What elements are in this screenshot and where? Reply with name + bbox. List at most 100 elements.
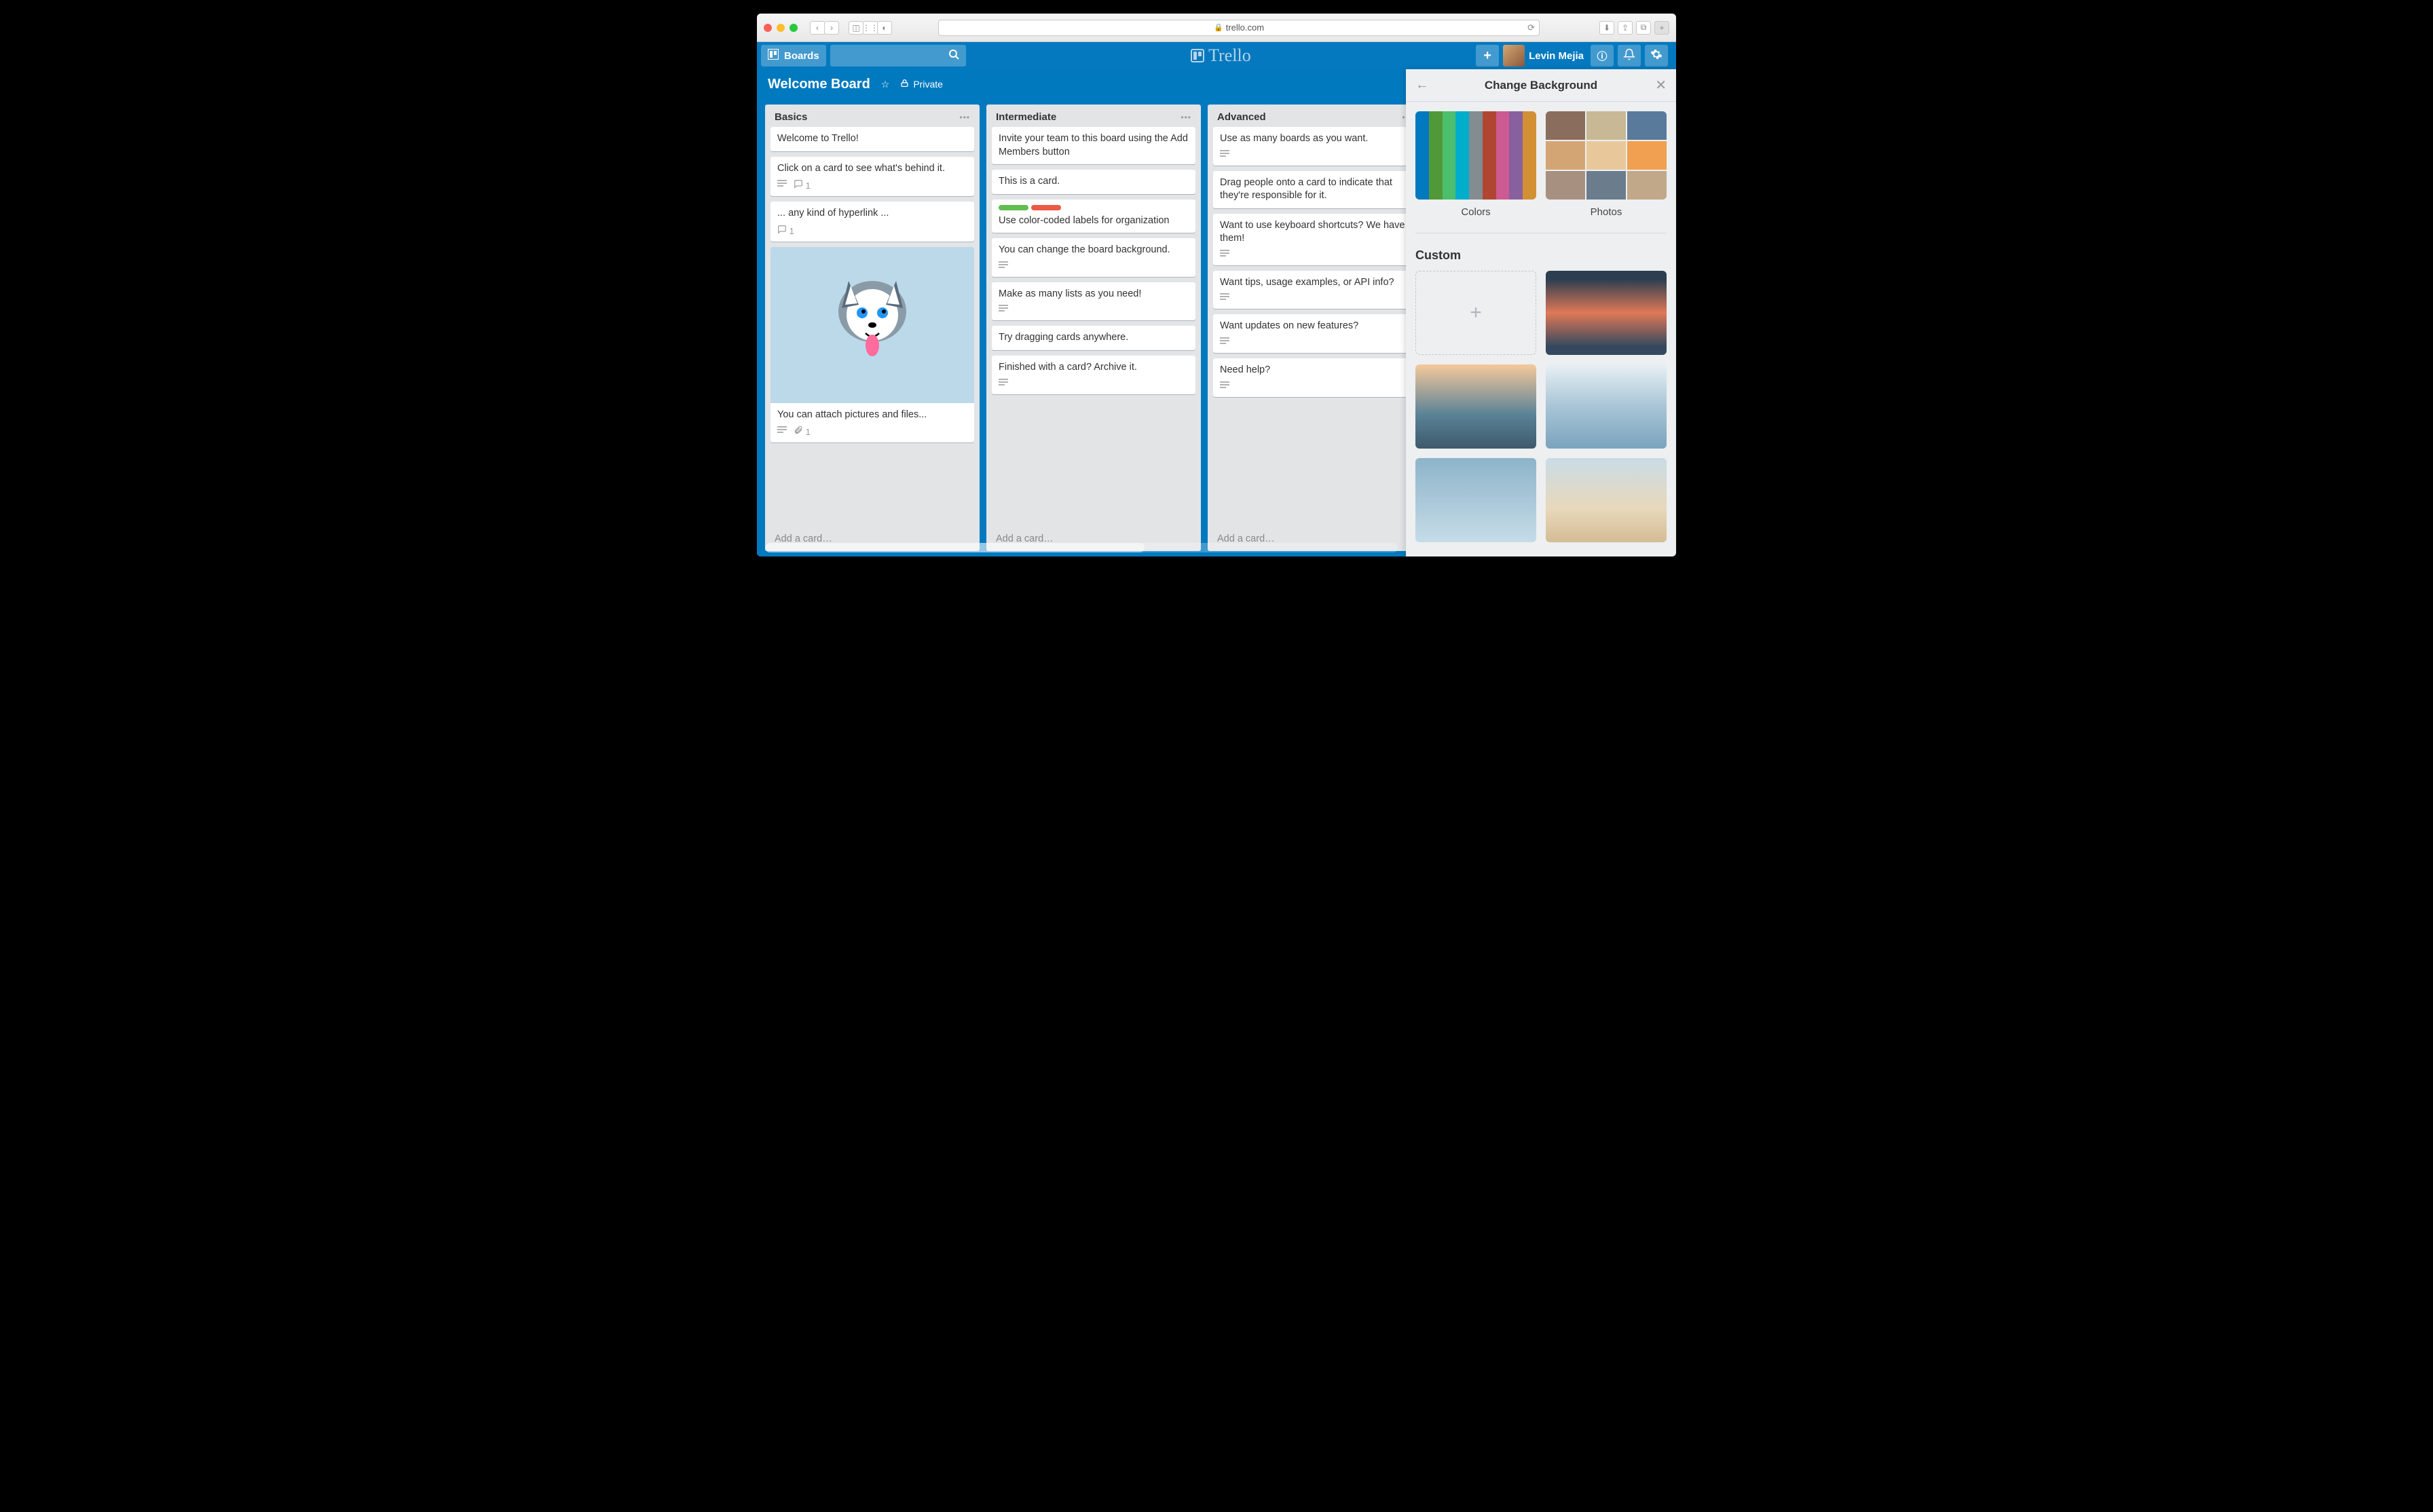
description-icon — [1220, 250, 1229, 260]
list-title[interactable]: Intermediate — [996, 111, 1056, 123]
custom-background-tile[interactable] — [1415, 364, 1536, 449]
trello-logo-icon — [1191, 49, 1204, 62]
card[interactable]: Welcome to Trello! — [770, 127, 974, 151]
custom-section-title: Custom — [1415, 243, 1667, 271]
card-title: Try dragging cards anywhere. — [999, 331, 1189, 345]
forward-button[interactable]: › — [824, 21, 839, 35]
star-board-button[interactable]: ☆ — [881, 79, 890, 90]
tabs-button[interactable]: ⧉ — [1636, 21, 1651, 35]
description-icon — [777, 426, 787, 436]
card-badges — [1220, 381, 1410, 392]
card-badges: 1 — [777, 179, 967, 191]
card-title: Invite your team to this board using the… — [999, 132, 1189, 159]
boards-button[interactable]: Boards — [761, 45, 826, 67]
user-name[interactable]: Levin Mejia — [1529, 50, 1584, 62]
list: Advanced•••Use as many boards as you wan… — [1208, 105, 1422, 551]
info-button[interactable]: ⓘ — [1591, 45, 1614, 67]
card[interactable]: Make as many lists as you need! — [992, 282, 1195, 321]
new-tab-button[interactable]: + — [1654, 21, 1669, 35]
card[interactable]: Want tips, usage examples, or API info? — [1213, 271, 1417, 309]
boards-label: Boards — [784, 50, 819, 62]
card-title: Want tips, usage examples, or API info? — [1220, 276, 1410, 290]
card-cover-image — [770, 247, 974, 403]
card[interactable]: Finished with a card? Archive it. — [992, 356, 1195, 394]
list-title[interactable]: Advanced — [1217, 111, 1266, 123]
photos-tile[interactable] — [1546, 111, 1667, 200]
sidebar-toggle[interactable]: ◫ — [849, 21, 863, 35]
card-title: Use color-coded labels for organization — [999, 214, 1189, 228]
plus-icon: + — [1470, 301, 1482, 324]
card[interactable]: Use as many boards as you want. — [1213, 127, 1417, 166]
settings-button[interactable] — [1645, 45, 1668, 67]
address-bar[interactable]: 🔒 trello.com ⟳ — [938, 20, 1540, 36]
add-custom-background[interactable]: + — [1415, 271, 1536, 355]
plus-icon: + — [1483, 48, 1491, 64]
visibility-label: Private — [913, 79, 943, 90]
list-menu-button[interactable]: ••• — [959, 113, 970, 122]
custom-background-tile[interactable] — [1546, 364, 1667, 449]
custom-background-tile[interactable] — [1546, 271, 1667, 355]
card-title: Use as many boards as you want. — [1220, 132, 1410, 146]
search-input[interactable] — [830, 45, 966, 67]
card-label[interactable] — [999, 205, 1028, 210]
description-icon — [999, 261, 1008, 271]
share-button[interactable]: ⇪ — [1618, 21, 1633, 35]
card[interactable]: Click on a card to see what's behind it.… — [770, 157, 974, 197]
back-button[interactable]: ‹ — [810, 21, 825, 35]
horizontal-scrollbar[interactable] — [765, 543, 1398, 552]
reload-icon[interactable]: ⟳ — [1527, 22, 1535, 33]
notifications-button[interactable] — [1618, 45, 1641, 67]
description-icon — [1220, 381, 1229, 392]
card[interactable]: Need help? — [1213, 358, 1417, 397]
visibility-button[interactable]: Private — [900, 79, 943, 90]
card-badges: 1 — [777, 426, 967, 437]
drawer-back-button[interactable]: ← — [1415, 77, 1429, 93]
card[interactable]: This is a card. — [992, 170, 1195, 194]
minimize-window-button[interactable] — [777, 24, 785, 32]
bell-icon — [1623, 48, 1635, 63]
card[interactable]: You can attach pictures and files... 1 — [770, 247, 974, 443]
comments-badge: 1 — [777, 225, 794, 236]
card[interactable]: Invite your team to this board using the… — [992, 127, 1195, 164]
drawer-close-button[interactable]: ✕ — [1655, 77, 1667, 94]
card-title: Make as many lists as you need! — [999, 288, 1189, 301]
card[interactable]: Want to use keyboard shortcuts? We have … — [1213, 214, 1417, 265]
custom-background-tile[interactable] — [1415, 458, 1536, 542]
card-labels — [999, 205, 1189, 210]
card-title: Want updates on new features? — [1220, 320, 1410, 333]
comments-badge: 1 — [794, 179, 811, 191]
list: Basics ••• Welcome to Trello! Click on a ca… — [765, 105, 980, 551]
custom-background-tile[interactable] — [1546, 458, 1667, 542]
card[interactable]: Use color-coded labels for organization — [992, 200, 1195, 233]
card-title: Drag people onto a card to indicate that… — [1220, 176, 1410, 203]
card-badges — [1220, 337, 1410, 347]
maximize-window-button[interactable] — [790, 24, 798, 32]
description-icon — [1220, 293, 1229, 303]
adblock-button[interactable]: ◐ — [877, 21, 892, 35]
description-icon — [999, 305, 1008, 315]
create-button[interactable]: + — [1476, 45, 1499, 67]
boards-icon — [768, 49, 779, 62]
colors-tile[interactable] — [1415, 111, 1536, 200]
card-badges — [999, 305, 1189, 315]
card[interactable]: You can change the board background. — [992, 238, 1195, 277]
card[interactable]: Try dragging cards anywhere. — [992, 326, 1195, 350]
board-title[interactable]: Welcome Board — [768, 77, 870, 92]
card-label[interactable] — [1031, 205, 1061, 210]
downloads-button[interactable]: ⬇ — [1599, 21, 1614, 35]
card-title: Finished with a card? Archive it. — [999, 361, 1189, 375]
trello-logo[interactable]: Trello — [966, 45, 1476, 66]
list-menu-button[interactable]: ••• — [1181, 113, 1191, 122]
card[interactable]: ... any kind of hyperlink ... 1 — [770, 202, 974, 242]
close-window-button[interactable] — [764, 24, 772, 32]
info-icon: ⓘ — [1597, 49, 1607, 63]
user-avatar[interactable] — [1503, 45, 1525, 67]
window-controls — [764, 24, 798, 32]
card[interactable]: Drag people onto a card to indicate that… — [1213, 171, 1417, 208]
drawer-header: ← Change Background ✕ — [1406, 69, 1676, 102]
card[interactable]: Want updates on new features? — [1213, 314, 1417, 353]
grid-button[interactable]: ⋮⋮ — [863, 21, 878, 35]
board-menu-drawer: ← Change Background ✕ Colors Photos — [1406, 69, 1676, 556]
list-title[interactable]: Basics — [775, 111, 807, 123]
card-title: Click on a card to see what's behind it. — [777, 162, 967, 176]
